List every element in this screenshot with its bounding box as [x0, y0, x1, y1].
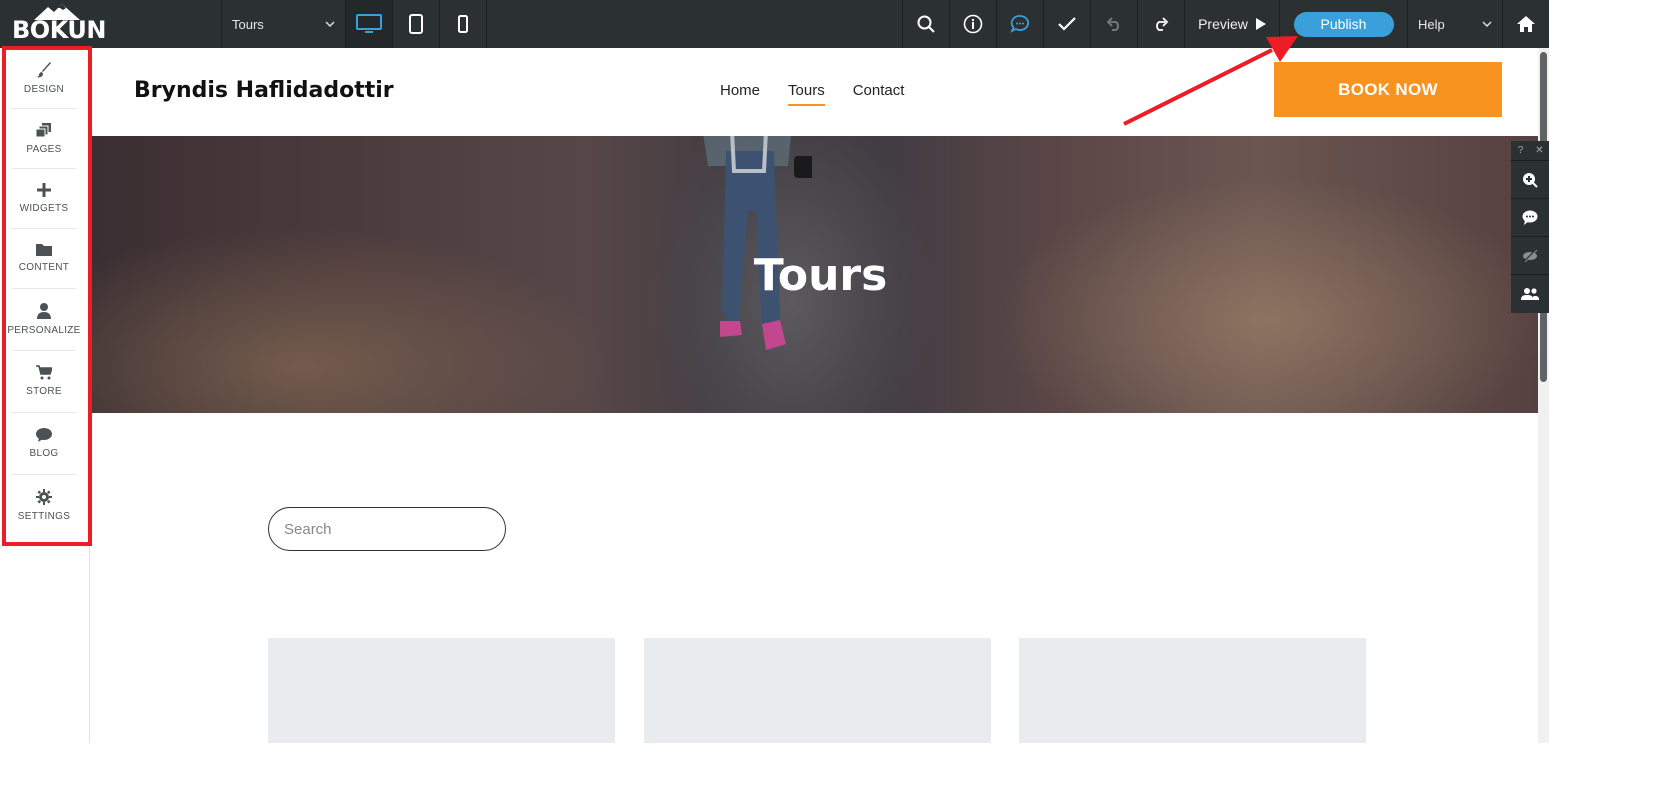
- sidebar-item-blog[interactable]: BLOG: [0, 412, 88, 474]
- site-nav: Home Tours Contact: [720, 82, 904, 106]
- chevron-down-icon: [325, 21, 335, 27]
- search-icon: [917, 15, 935, 33]
- nav-link-home[interactable]: Home: [720, 82, 760, 106]
- undo-icon: [1106, 17, 1119, 31]
- sidebar-item-pages[interactable]: PAGES: [0, 108, 88, 168]
- tour-card[interactable]: [1019, 638, 1366, 743]
- hero-banner: Tours: [92, 136, 1549, 413]
- sidebar-item-label: WIDGETS: [19, 202, 69, 214]
- panel-top-controls: ? ✕: [1511, 141, 1549, 161]
- eye-slash-icon: [1523, 248, 1538, 263]
- checkmark-icon: [1058, 17, 1076, 31]
- sidebar-item-label: PERSONALIZE: [7, 324, 81, 336]
- sidebar-item-label: SETTINGS: [17, 510, 71, 522]
- bokun-logo[interactable]: BÓKUN: [0, 0, 222, 48]
- publish-button[interactable]: Publish: [1293, 11, 1394, 37]
- redo-button[interactable]: [1138, 0, 1185, 48]
- tour-card[interactable]: [644, 638, 991, 743]
- home-icon: [1517, 16, 1535, 32]
- editor-sidebar: DESIGN PAGES WIDGETS CONTENT PERSONALIZE…: [0, 48, 90, 743]
- brush-icon: [36, 61, 51, 77]
- preview-button[interactable]: Preview: [1185, 0, 1280, 48]
- logo-text: BÓKUN: [12, 16, 106, 44]
- sidebar-item-store[interactable]: STORE: [0, 350, 88, 412]
- sidebar-item-label: BLOG: [29, 447, 59, 459]
- nav-link-contact[interactable]: Contact: [853, 82, 905, 106]
- sidebar-item-settings[interactable]: SETTINGS: [0, 474, 88, 536]
- website-preview: Bryndis Haflidadottir Home Tours Contact…: [92, 48, 1549, 743]
- search-input[interactable]: [268, 507, 506, 551]
- preview-label: Preview: [1198, 16, 1248, 32]
- desktop-icon: [356, 14, 382, 33]
- collaborators-button[interactable]: [1511, 275, 1549, 313]
- plus-icon: [37, 182, 51, 197]
- chat-bubble-icon: [36, 427, 52, 442]
- site-header: Bryndis Haflidadottir Home Tours Contact…: [92, 48, 1549, 136]
- folder-icon: [36, 244, 52, 256]
- pages-icon: [36, 122, 51, 137]
- tour-card[interactable]: [268, 638, 615, 743]
- comment-tool-button[interactable]: [1511, 199, 1549, 237]
- cart-icon: [36, 365, 52, 380]
- gear-icon: [36, 488, 52, 505]
- search-button[interactable]: [903, 0, 950, 48]
- nav-link-tours[interactable]: Tours: [788, 82, 825, 106]
- top-toolbar: BÓKUN Tours Preview Publish Help: [0, 0, 1549, 48]
- floating-tool-panel: ? ✕: [1511, 141, 1549, 313]
- redo-icon: [1156, 17, 1169, 31]
- help-menu[interactable]: Help: [1408, 0, 1503, 48]
- undo-button[interactable]: [1091, 0, 1138, 48]
- help-icon[interactable]: ?: [1511, 141, 1530, 160]
- sidebar-item-label: PAGES: [26, 143, 62, 155]
- desktop-view-button[interactable]: [346, 0, 393, 48]
- page-select[interactable]: Tours: [222, 0, 346, 48]
- tablet-view-button[interactable]: [393, 0, 440, 48]
- toolbar-spacer: [487, 0, 903, 48]
- users-icon: [1521, 288, 1539, 300]
- chevron-down-icon: [1482, 21, 1492, 27]
- close-icon[interactable]: ✕: [1530, 141, 1549, 160]
- checkmark-button[interactable]: [1044, 0, 1091, 48]
- add-element-button[interactable]: [1511, 161, 1549, 199]
- sidebar-item-label: DESIGN: [23, 83, 65, 95]
- help-label: Help: [1418, 16, 1445, 32]
- publish-area: Publish: [1280, 0, 1408, 48]
- hide-tool-button[interactable]: [1511, 237, 1549, 275]
- editor-app: BÓKUN Tours Preview Publish Help DESIGN …: [0, 0, 1669, 810]
- tablet-icon: [409, 14, 423, 34]
- mobile-view-button[interactable]: [440, 0, 487, 48]
- sidebar-item-label: STORE: [26, 386, 62, 397]
- sidebar-item-personalize[interactable]: PERSONALIZE: [0, 288, 88, 350]
- speech-bubble-icon: [1522, 210, 1538, 225]
- hero-title: Tours: [753, 250, 888, 301]
- person-icon: [37, 302, 51, 319]
- zoom-plus-icon: [1523, 172, 1538, 188]
- sidebar-item-widgets[interactable]: WIDGETS: [0, 168, 88, 228]
- sidebar-item-design[interactable]: DESIGN: [0, 48, 88, 108]
- comments-button[interactable]: [997, 0, 1044, 48]
- home-button[interactable]: [1503, 0, 1549, 48]
- mobile-icon: [458, 15, 468, 33]
- page-select-value: Tours: [232, 16, 264, 32]
- play-icon: [1255, 18, 1266, 30]
- info-icon: [963, 14, 983, 34]
- comment-icon: [1010, 15, 1029, 33]
- sidebar-item-label: CONTENT: [18, 262, 70, 273]
- book-now-button[interactable]: BOOK NOW: [1274, 62, 1502, 117]
- site-brand[interactable]: Bryndis Haflidadottir: [134, 78, 394, 103]
- sidebar-item-content[interactable]: CONTENT: [0, 228, 88, 288]
- info-button[interactable]: [950, 0, 997, 48]
